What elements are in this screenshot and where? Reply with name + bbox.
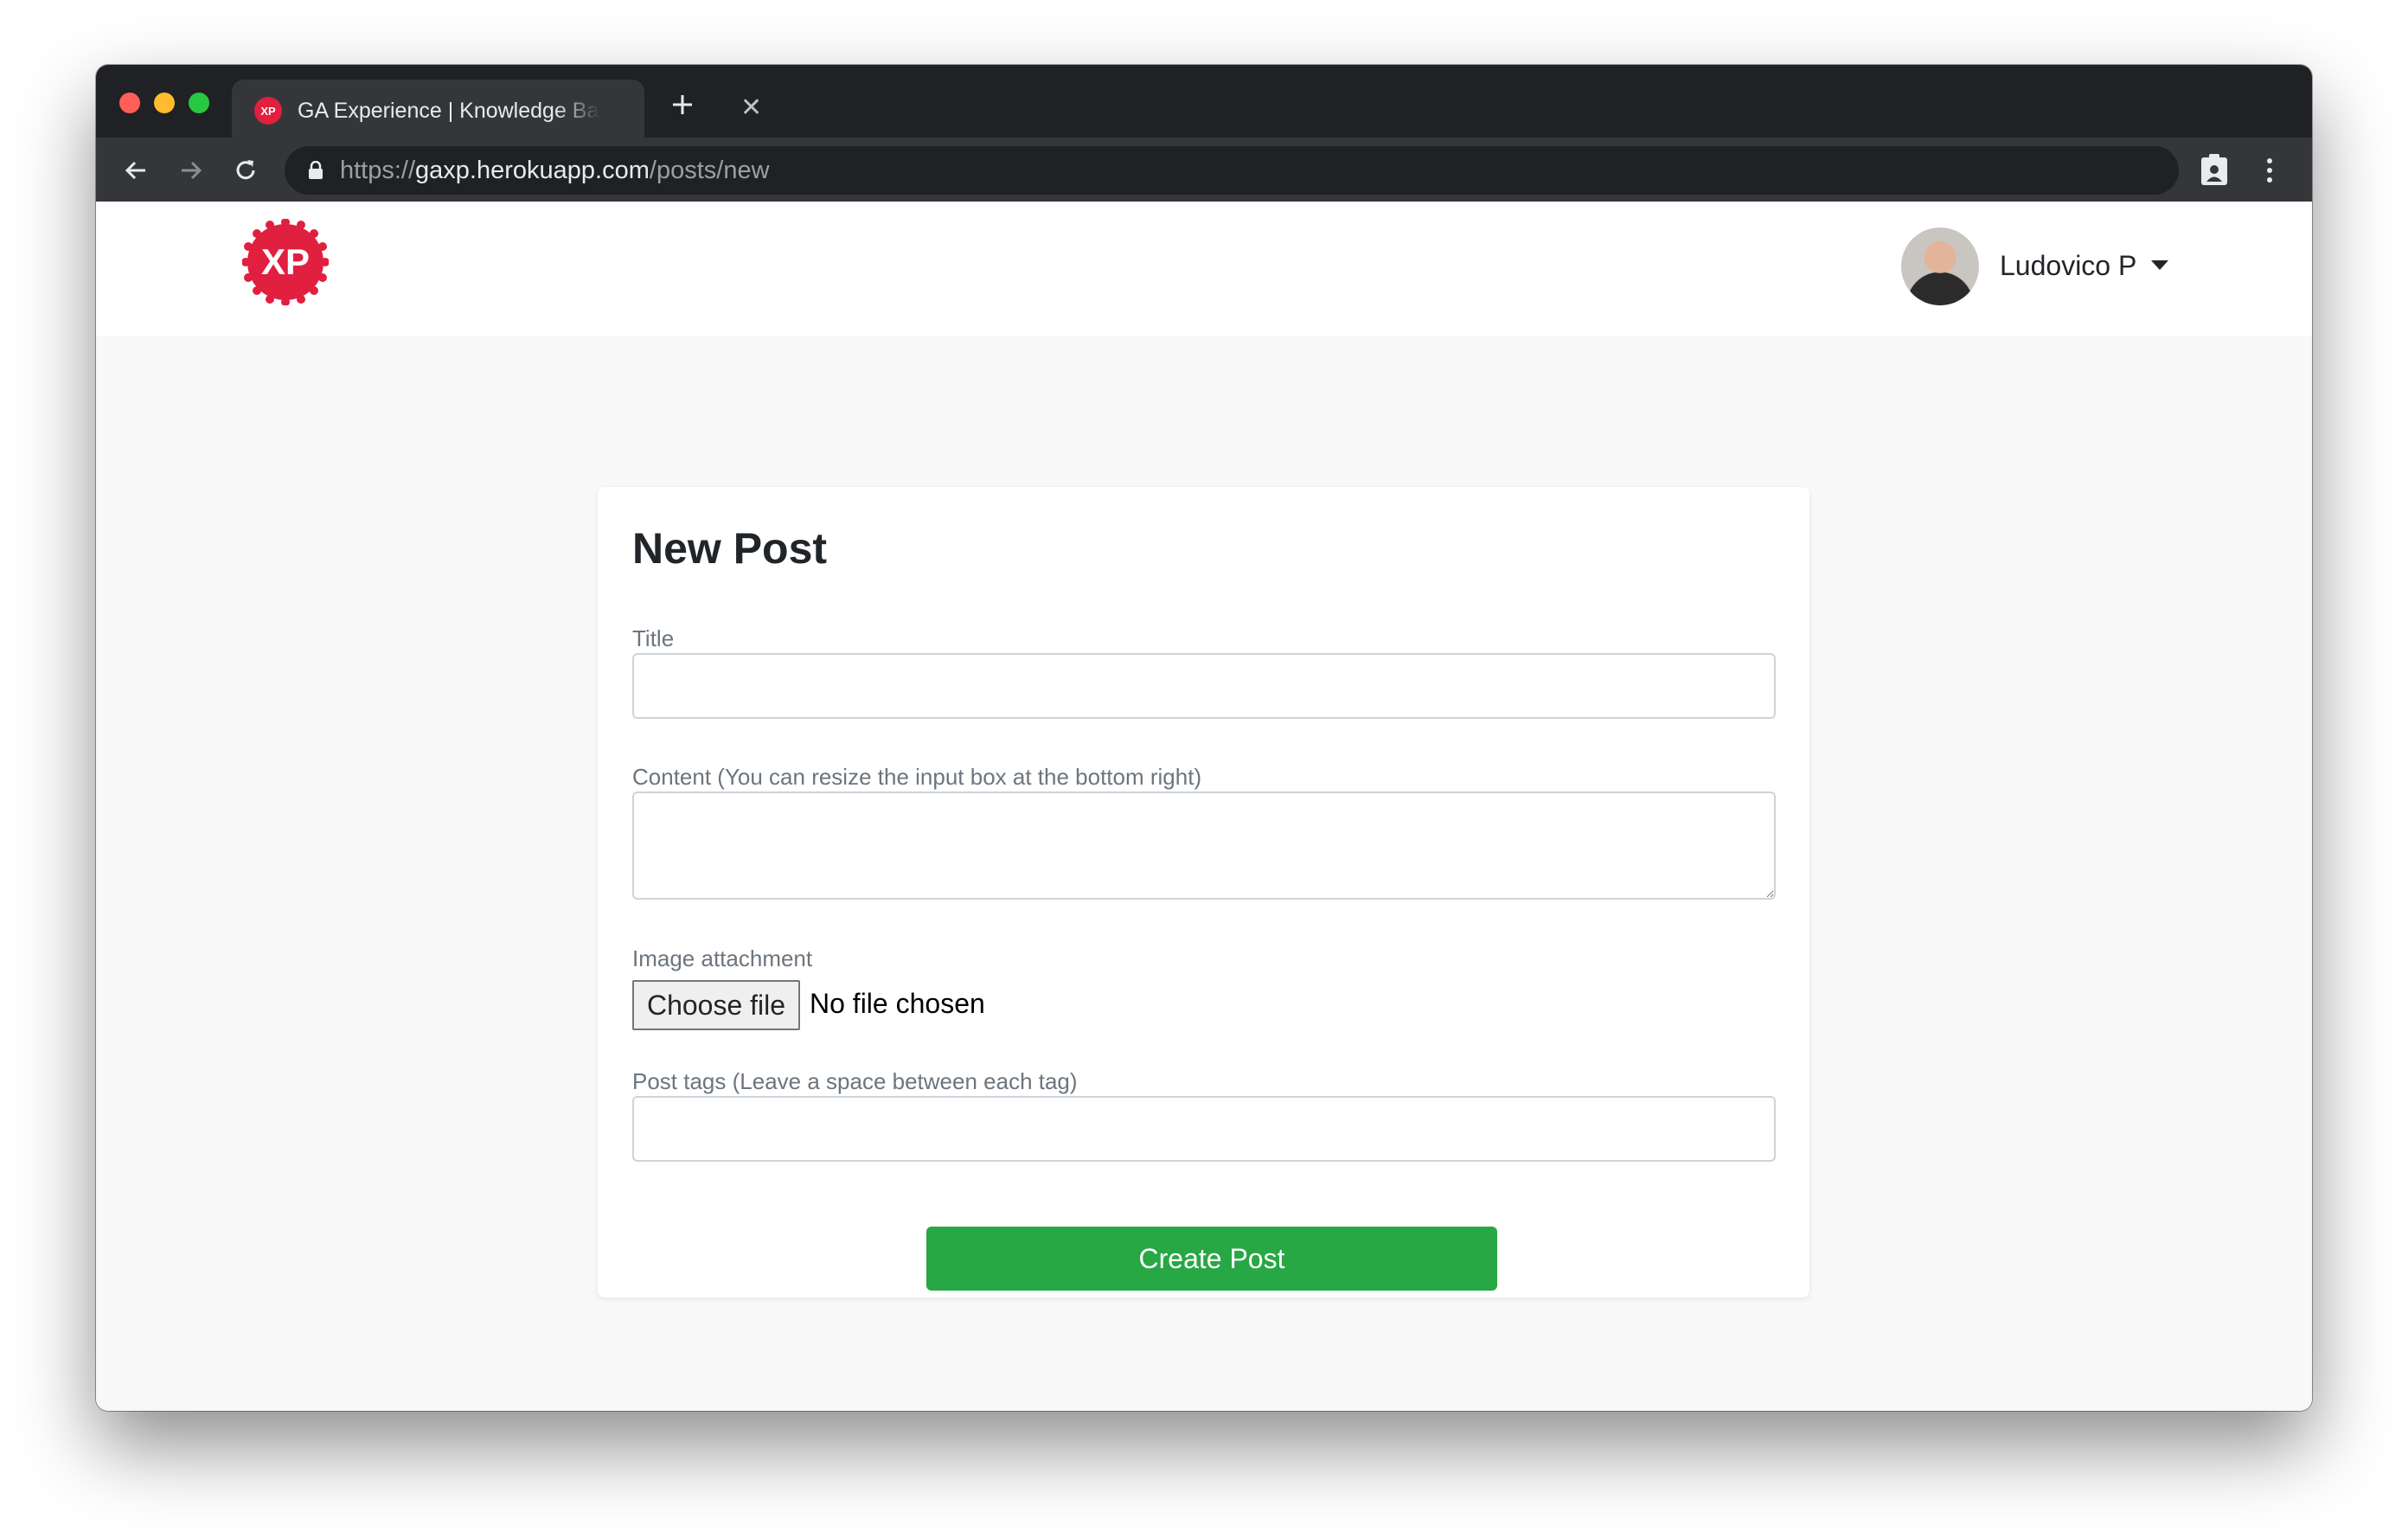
minimize-window-button[interactable] <box>154 93 175 113</box>
content-label: Content (You can resize the input box at… <box>632 764 1202 790</box>
url-scheme: https:// <box>340 157 416 184</box>
create-post-button[interactable]: Create Post <box>926 1227 1497 1291</box>
title-bar: XP GA Experience | Knowledge Base ✕ <box>96 65 2312 138</box>
browser-window: XP GA Experience | Knowledge Base ✕ http… <box>96 65 2312 1411</box>
page-title: New Post <box>632 524 828 573</box>
clipboard-extension-icon[interactable] <box>2200 153 2229 186</box>
url-text: https://gaxp.herokuapp.com/posts/new <box>340 157 770 183</box>
xp-favicon-icon: XP <box>254 97 282 125</box>
maximize-window-button[interactable] <box>189 93 209 113</box>
new-post-card: New Post Title Content (You can resize t… <box>598 487 1809 1298</box>
url-path: /posts/new <box>649 157 770 184</box>
tags-input[interactable] <box>632 1096 1776 1162</box>
tags-label: Post tags (Leave a space between each ta… <box>632 1068 1078 1094</box>
content-textarea[interactable] <box>632 791 1776 900</box>
site-navbar: XP Ludovico P <box>96 202 2312 336</box>
chevron-down-icon[interactable] <box>2151 260 2168 270</box>
close-window-button[interactable] <box>119 93 140 113</box>
xp-logo[interactable]: XP <box>242 219 329 305</box>
web-page: XP Ludovico P New Post Title Content (Yo… <box>96 202 2312 1411</box>
plus-icon[interactable] <box>670 93 695 117</box>
choose-file-button[interactable]: Choose file <box>632 980 800 1030</box>
file-status-text: No file chosen <box>810 988 985 1019</box>
forward-arrow-icon[interactable] <box>177 157 205 184</box>
address-bar[interactable]: https://gaxp.herokuapp.com/posts/new <box>285 146 2179 195</box>
reload-icon[interactable] <box>232 157 259 184</box>
image-attachment-label: Image attachment <box>632 945 813 971</box>
more-vert-icon[interactable] <box>2265 157 2274 184</box>
user-menu-name[interactable]: Ludovico P <box>2000 249 2136 282</box>
url-host: gaxp.herokuapp.com <box>415 157 650 184</box>
title-label: Title <box>632 625 675 651</box>
lock-icon <box>309 161 323 179</box>
avatar[interactable] <box>1901 227 1979 305</box>
logo-text: XP <box>261 241 310 282</box>
close-icon[interactable]: ✕ <box>740 95 762 121</box>
title-input[interactable] <box>632 653 1776 719</box>
active-tab[interactable]: XP GA Experience | Knowledge Base ✕ <box>232 80 762 138</box>
tab-title: GA Experience | Knowledge Base <box>298 99 600 123</box>
browser-toolbar: https://gaxp.herokuapp.com/posts/new <box>96 138 2312 202</box>
back-arrow-icon[interactable] <box>122 157 150 184</box>
